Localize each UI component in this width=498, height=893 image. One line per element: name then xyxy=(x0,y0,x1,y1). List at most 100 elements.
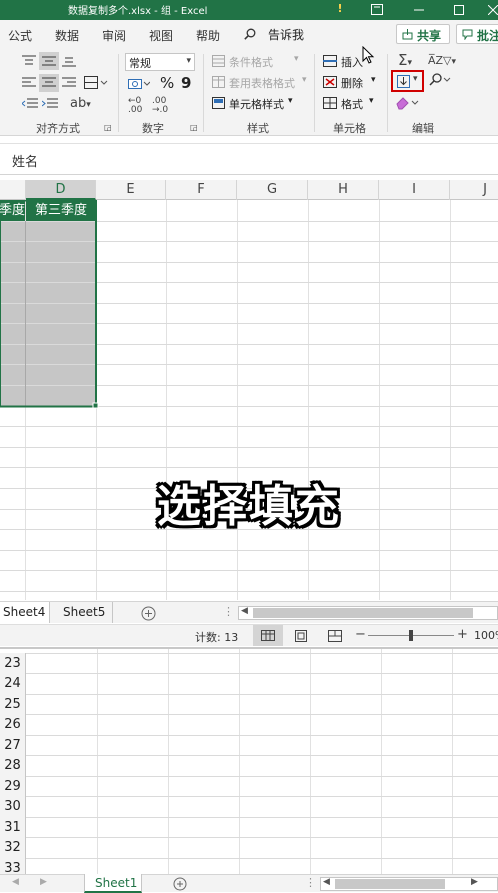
align-right-icon[interactable] xyxy=(62,77,76,89)
row-header-24[interactable]: 24 xyxy=(0,674,26,694)
sort-filter-icon[interactable]: A̅Z▽▾ xyxy=(428,54,456,69)
zoom-out-icon[interactable]: − xyxy=(355,627,366,642)
format-as-table-button[interactable]: 套用表格格式 ▾ xyxy=(212,75,312,91)
number-launcher-icon[interactable]: ◲ xyxy=(190,121,198,135)
share-button[interactable]: 共享 xyxy=(396,24,450,44)
cell-styles-button[interactable]: 单元格样式 ▾ xyxy=(212,96,307,112)
alignment-group-label: 对齐方式 xyxy=(36,122,80,135)
row-header-31[interactable]: 31 xyxy=(0,817,26,838)
scroll-left-icon[interactable]: ◀ xyxy=(323,877,330,887)
clear-eraser-icon[interactable] xyxy=(396,96,420,110)
title-bar: 数据复制多个.xlsx - 组 - Excel ! xyxy=(0,0,498,20)
column-header-h[interactable]: H xyxy=(308,180,379,200)
percent-icon[interactable]: % xyxy=(160,76,174,91)
comments-button[interactable]: 批注 xyxy=(456,24,498,44)
tab-formulas[interactable]: 公式 xyxy=(8,27,32,44)
minimize-icon[interactable] xyxy=(404,0,434,20)
accounting-format-icon[interactable] xyxy=(128,77,150,91)
number-group-label: 数字 xyxy=(142,122,164,135)
add-sheet-icon[interactable] xyxy=(173,877,187,891)
formula-bar[interactable]: 姓名 xyxy=(0,143,498,175)
fill-button[interactable]: ▾ xyxy=(391,70,424,92)
tab-review[interactable]: 审阅 xyxy=(102,27,126,44)
ribbon-display-icon[interactable] xyxy=(362,0,392,20)
number-format-select[interactable]: 常规 ▾ xyxy=(125,53,195,71)
page-layout-icon[interactable] xyxy=(295,630,307,642)
chevron-down-icon: ▾ xyxy=(371,75,376,85)
warning-icon[interactable]: ! xyxy=(325,0,355,20)
group-divider xyxy=(387,54,388,132)
row-header-28[interactable]: 28 xyxy=(0,756,26,776)
worksheet-grid-lower[interactable]: 23 24 25 26 27 28 29 30 31 32 33 xyxy=(0,647,498,874)
comma-style-icon[interactable]: 9 xyxy=(181,76,191,91)
worksheet-grid-upper[interactable]: 季度 第三季度 xyxy=(0,200,498,600)
row-header-26[interactable]: 26 xyxy=(0,715,26,735)
scrollbar-thumb[interactable] xyxy=(253,608,473,618)
horizontal-scrollbar-lower[interactable]: ◀ ▶ xyxy=(320,877,498,891)
alignment-launcher-icon[interactable]: ◲ xyxy=(104,121,112,135)
decrease-decimal-icon[interactable]: .00 →.0 xyxy=(152,97,168,115)
tab-splitter-icon[interactable]: ⋮ xyxy=(223,605,234,618)
column-header-e[interactable]: E xyxy=(96,180,166,200)
status-count: 计数: 13 xyxy=(195,631,239,644)
tab-view[interactable]: 视图 xyxy=(149,27,173,44)
tell-me-label: 告诉我 xyxy=(268,28,305,42)
align-bottom-icon[interactable] xyxy=(62,55,76,67)
tab-data[interactable]: 数据 xyxy=(55,27,79,44)
decrease-indent-icon[interactable] xyxy=(22,98,38,110)
chevron-down-icon: ▾ xyxy=(302,75,307,85)
align-top-icon[interactable] xyxy=(22,55,36,67)
row-header-23[interactable]: 23 xyxy=(0,653,26,674)
find-select-icon[interactable] xyxy=(428,73,452,87)
row-header-29[interactable]: 29 xyxy=(0,776,26,797)
zoom-level[interactable]: 100% xyxy=(474,629,498,642)
add-sheet-icon[interactable] xyxy=(141,606,156,621)
column-header-d[interactable]: D xyxy=(26,180,96,200)
column-header-j[interactable]: J xyxy=(450,180,498,200)
conditional-formatting-button[interactable]: 条件格式 ▾ xyxy=(212,54,307,70)
chevron-down-icon: ▾ xyxy=(369,96,374,106)
scroll-left-icon[interactable]: ◀ xyxy=(241,606,248,616)
normal-view-icon xyxy=(261,630,275,641)
prev-sheet-icon[interactable]: ◀ xyxy=(12,877,19,887)
row-header-33[interactable]: 33 xyxy=(0,858,26,874)
next-sheet-icon[interactable]: ▶ xyxy=(40,877,47,887)
tab-splitter-icon[interactable]: ⋮ xyxy=(305,876,316,889)
maximize-icon[interactable] xyxy=(444,0,474,20)
close-icon[interactable] xyxy=(478,0,498,20)
align-left-icon[interactable] xyxy=(22,77,36,89)
zoom-slider-thumb[interactable] xyxy=(409,630,413,641)
increase-indent-icon[interactable] xyxy=(42,98,58,110)
row-header-30[interactable]: 30 xyxy=(0,797,26,817)
tab-help[interactable]: 帮助 xyxy=(196,27,220,44)
normal-view-button[interactable] xyxy=(253,625,283,646)
row-header-27[interactable]: 27 xyxy=(0,735,26,756)
zoom-in-icon[interactable]: + xyxy=(457,627,468,642)
sheet-tab-label: Sheet1 xyxy=(95,876,138,890)
format-button[interactable]: 格式 ▾ xyxy=(323,96,383,112)
horizontal-scrollbar[interactable]: ◀ xyxy=(238,606,498,620)
orientation-icon[interactable]: ab▾ xyxy=(70,97,91,112)
column-header-f[interactable]: F xyxy=(166,180,237,200)
conditional-format-icon xyxy=(212,55,225,67)
column-header-c[interactable] xyxy=(0,180,26,200)
cell-d1[interactable]: 第三季度 xyxy=(26,200,96,221)
sheet-tab-sheet5[interactable]: Sheet5 xyxy=(51,602,113,623)
row-header-25[interactable]: 25 xyxy=(0,694,26,715)
scrollbar-thumb[interactable] xyxy=(335,879,445,889)
sheet-tab-sheet4[interactable]: Sheet4 xyxy=(0,602,50,623)
increase-decimal-icon[interactable]: ←0.00 xyxy=(128,97,142,115)
group-divider xyxy=(203,54,204,132)
autosum-icon[interactable]: Σ▾ xyxy=(398,53,412,70)
chevron-down-icon: ▾ xyxy=(294,54,299,64)
page-break-preview-icon[interactable] xyxy=(328,630,342,642)
tell-me-box[interactable]: 告诉我 xyxy=(240,25,370,43)
cell-c1[interactable]: 季度 xyxy=(0,200,25,221)
merge-center-icon[interactable] xyxy=(84,76,108,90)
scroll-right-icon[interactable]: ▶ xyxy=(471,877,478,887)
column-header-i[interactable]: I xyxy=(379,180,450,200)
delete-button[interactable]: 删除 ▾ xyxy=(323,75,383,91)
column-header-g[interactable]: G xyxy=(237,180,308,200)
sheet-tab-sheet1[interactable]: Sheet1 xyxy=(84,874,142,893)
row-header-32[interactable]: 32 xyxy=(0,838,26,858)
